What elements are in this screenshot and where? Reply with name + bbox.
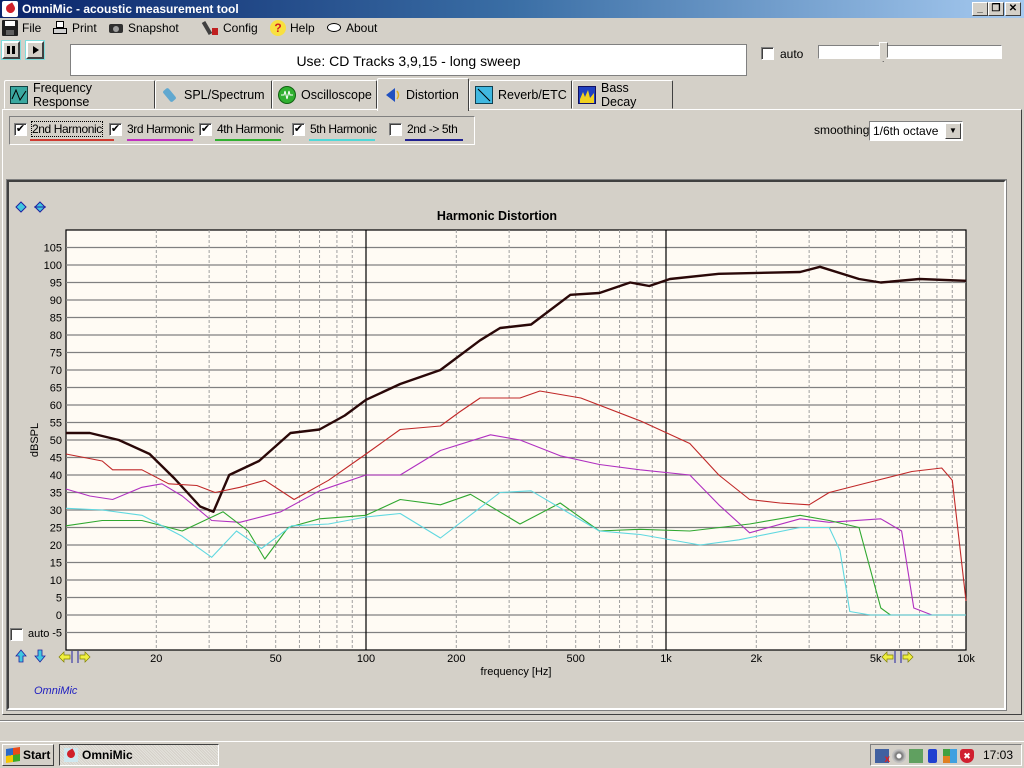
menu-help-label: Help [290, 21, 315, 35]
y-auto-label: auto [28, 628, 50, 640]
volume-icon[interactable] [892, 749, 906, 763]
harmonic-2nd-label: 2nd Harmonic [31, 121, 103, 137]
harmonic-4th[interactable]: ✔ 4th Harmonic [199, 122, 287, 142]
taskbar-omnimic-button[interactable]: OmniMic [59, 744, 219, 766]
omnimic-app-icon [64, 748, 78, 762]
menu-file[interactable]: File [2, 19, 41, 37]
battery-icon[interactable] [928, 749, 937, 763]
speech-bubble-icon [326, 20, 342, 36]
harmonic-2nd-checkbox[interactable]: ✔ [14, 123, 27, 136]
play-button[interactable] [25, 40, 45, 60]
level-slider-thumb[interactable] [878, 42, 888, 62]
harmonic-2nd[interactable]: ✔ 2nd Harmonic [14, 121, 114, 142]
auto-level-label: auto [780, 47, 804, 61]
harmonic-all-label: 2nd -> 5th [407, 122, 458, 136]
menu-print-label: Print [72, 21, 97, 35]
network-icon[interactable] [943, 749, 957, 763]
harmonic-all-color-swatch [405, 139, 463, 141]
printer-icon [52, 20, 68, 36]
harmonic-3rd-label: 3rd Harmonic [127, 122, 195, 136]
tab-frequency-response[interactable]: Frequency Response [4, 80, 155, 109]
menu-print[interactable]: Print [52, 19, 97, 37]
harmonic-3rd[interactable]: ✔ 3rd Harmonic [109, 122, 197, 142]
close-button[interactable]: ✕ [1005, 2, 1021, 16]
system-tray: x ✖ 17:03 [870, 744, 1022, 766]
menu-about[interactable]: About [326, 19, 377, 37]
level-slider-track[interactable] [818, 45, 1002, 59]
menu-config-label: Config [223, 21, 258, 35]
harmonic-all-checkbox[interactable] [389, 123, 402, 136]
start-button[interactable]: Start [2, 744, 54, 766]
tab-bass-decay-label: Bass Decay [601, 80, 637, 109]
harmonic-3rd-color-swatch [127, 139, 193, 141]
tab-oscilloscope-label: Oscilloscope [301, 87, 372, 102]
safely-remove-icon[interactable] [909, 749, 923, 763]
smoothing-select[interactable]: 1/6th octave ▼ [869, 121, 963, 141]
network-disconnected-icon[interactable]: x [875, 749, 890, 765]
menu-help[interactable]: ? Help [270, 19, 315, 37]
clock: 17:03 [982, 748, 1013, 762]
harmonic-all[interactable]: 2nd -> 5th [389, 122, 469, 142]
tab-spl-spectrum-label: SPL/Spectrum [184, 87, 265, 102]
menu-bar: File Print Snapshot Config ? Help About [0, 18, 1024, 38]
chevron-down-icon[interactable]: ▼ [945, 123, 961, 139]
pause-button[interactable] [1, 40, 21, 60]
menu-file-label: File [22, 21, 42, 35]
harmonic-4th-color-swatch [215, 139, 281, 141]
help-icon: ? [270, 20, 286, 36]
menu-snapshot[interactable]: Snapshot [108, 19, 179, 37]
taskbar-omnimic-label: OmniMic [82, 748, 133, 762]
windows-logo-icon [6, 747, 20, 763]
harmonic-5th-color-swatch [309, 139, 375, 141]
floppy-disk-icon [2, 20, 18, 36]
tab-distortion[interactable]: Distortion [377, 78, 469, 111]
distortion-icon [383, 86, 401, 104]
tab-bass-decay[interactable]: Bass Decay [572, 80, 673, 109]
smoothing-value: 1/6th octave [873, 124, 939, 138]
app-icon [2, 1, 18, 17]
chart-frame [6, 179, 1007, 711]
y-auto-checkbox[interactable] [10, 628, 23, 641]
instruction-display: Use: CD Tracks 3,9,15 - long sweep [70, 44, 747, 76]
window-title: OmniMic - acoustic measurement tool [22, 2, 239, 16]
tab-frequency-response-label: Frequency Response [33, 80, 93, 109]
harmonic-5th-checkbox[interactable]: ✔ [292, 123, 305, 136]
frequency-response-icon [10, 85, 28, 104]
harmonic-4th-checkbox[interactable]: ✔ [199, 123, 212, 136]
status-bar [0, 720, 1024, 740]
spl-meter-icon [161, 86, 179, 104]
oscilloscope-icon [278, 85, 296, 104]
harmonic-4th-label: 4th Harmonic [217, 122, 284, 136]
harmonic-3rd-checkbox[interactable]: ✔ [109, 123, 122, 136]
minimize-button[interactable]: _ [972, 2, 988, 16]
tab-oscilloscope[interactable]: Oscilloscope [272, 80, 377, 109]
smoothing-label: smoothing [814, 123, 870, 137]
reverb-icon [475, 85, 493, 104]
harmonic-2nd-color-swatch [30, 139, 114, 141]
security-alert-icon[interactable]: ✖ [960, 749, 974, 763]
tab-reverb-etc-label: Reverb/ETC [498, 87, 567, 102]
camera-icon [108, 20, 124, 36]
bass-decay-icon [578, 85, 596, 104]
auto-level-checkbox[interactable] [761, 47, 774, 60]
tab-reverb-etc[interactable]: Reverb/ETC [469, 80, 572, 109]
menu-config[interactable]: Config [201, 19, 258, 37]
menu-snapshot-label: Snapshot [128, 21, 179, 35]
harmonic-5th-label: 5th Harmonic [310, 122, 377, 136]
window-title-bar[interactable]: OmniMic - acoustic measurement tool _ ❐ … [0, 0, 1024, 18]
tab-spl-spectrum[interactable]: SPL/Spectrum [155, 80, 272, 109]
menu-about-label: About [346, 21, 378, 35]
start-label: Start [23, 748, 51, 762]
pause-icon [7, 46, 15, 54]
harmonic-5th[interactable]: ✔ 5th Harmonic [292, 122, 380, 142]
tools-icon [201, 20, 219, 36]
play-icon [33, 46, 39, 54]
tab-distortion-label: Distortion [406, 88, 459, 102]
restore-button[interactable]: ❐ [988, 2, 1004, 16]
